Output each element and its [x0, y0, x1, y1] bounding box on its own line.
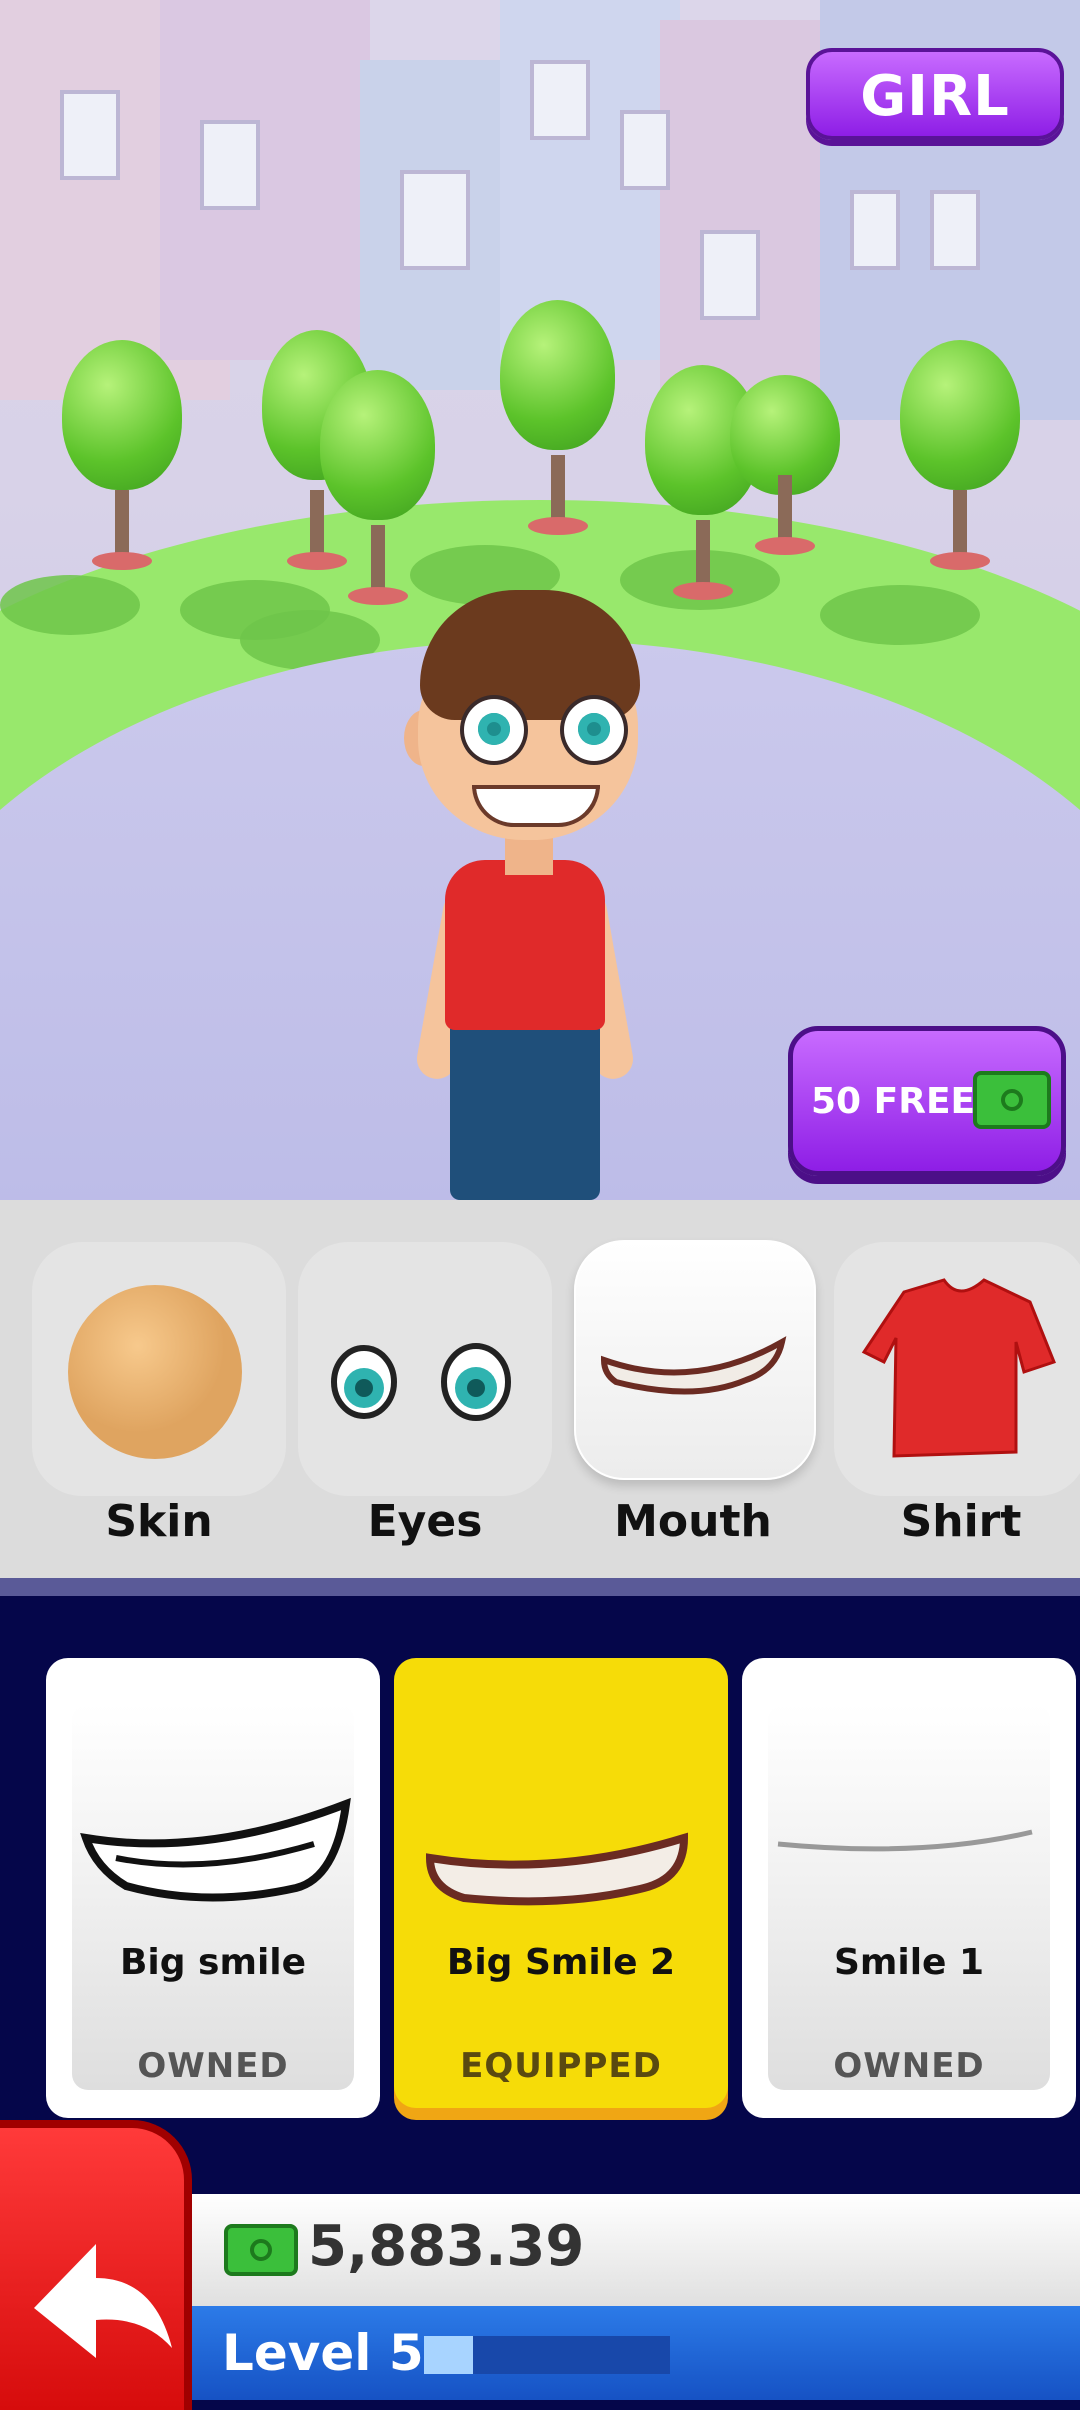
- category-skin[interactable]: [32, 1242, 286, 1496]
- money-amount: 5,883.39: [308, 2214, 585, 2279]
- smile-1-icon: [777, 1829, 1033, 1852]
- item-card-smile-1[interactable]: Smile 1 OWNED: [742, 1658, 1076, 2118]
- item-name: Big Smile 2: [446, 1942, 676, 1983]
- level-bar: Level 5: [192, 2306, 1080, 2400]
- item-list: Big smile OWNED Big Smile 2 EQUIPPED Smi…: [0, 1596, 1080, 2196]
- tree: [62, 340, 182, 570]
- tree: [500, 300, 615, 535]
- category-bar: Skin Eyes Mouth Shirt: [0, 1200, 1080, 1578]
- money-bar: 5,883.39: [192, 2194, 1080, 2306]
- eyes-icon: [331, 1343, 511, 1421]
- item-card-big-smile[interactable]: Big smile OWNED: [46, 1658, 380, 2118]
- cash-icon: [973, 1071, 1051, 1129]
- building: [160, 0, 370, 360]
- tree: [730, 375, 840, 555]
- girl-toggle-button[interactable]: GIRL: [806, 48, 1064, 140]
- divider: [0, 1578, 1080, 1596]
- category-label: Mouth: [614, 1496, 772, 1547]
- player-character: [390, 590, 660, 1200]
- level-label: Level 5: [222, 2324, 424, 2382]
- free-cash-button[interactable]: 50 FREE: [788, 1026, 1066, 1176]
- item-status: OWNED: [833, 2046, 985, 2086]
- category-shirt[interactable]: [834, 1242, 1080, 1496]
- shirt-icon: [861, 1278, 1056, 1458]
- tree: [900, 340, 1020, 570]
- category-mouth[interactable]: [574, 1240, 816, 1480]
- back-button[interactable]: [0, 2120, 192, 2410]
- tree: [320, 370, 435, 605]
- item-name: Smile 1: [833, 1942, 985, 1983]
- level-progress-track: [424, 2336, 670, 2374]
- free-cash-label: 50 FREE: [811, 1081, 976, 1122]
- mouth-icon: [600, 1336, 787, 1395]
- cash-icon: [224, 2224, 298, 2276]
- big-smile-icon: [80, 1797, 351, 1902]
- big-smile-2-icon: [425, 1832, 689, 1906]
- skin-tone-icon: [68, 1285, 242, 1459]
- back-arrow-icon: [34, 2244, 172, 2358]
- item-name: Big smile: [119, 1942, 307, 1983]
- item-status: OWNED: [137, 2046, 289, 2086]
- category-label: Shirt: [900, 1496, 1022, 1547]
- category-eyes[interactable]: [298, 1242, 552, 1496]
- game-scene: GIRL 50 FREE: [0, 0, 1080, 1200]
- category-label: Skin: [105, 1496, 213, 1547]
- item-status: EQUIPPED: [460, 2046, 662, 2086]
- item-card-big-smile-2[interactable]: Big Smile 2 EQUIPPED: [394, 1658, 728, 2108]
- category-label: Eyes: [367, 1496, 483, 1547]
- level-progress-fill: [424, 2336, 474, 2374]
